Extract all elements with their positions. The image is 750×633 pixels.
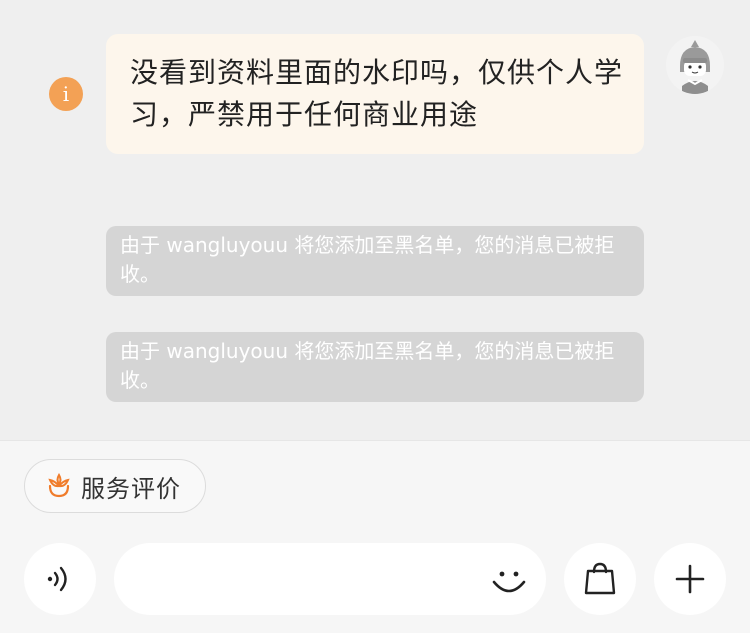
info-icon[interactable]: i xyxy=(49,77,83,111)
avatar-illustration xyxy=(666,36,724,94)
service-rating-label: 服务评价 xyxy=(81,474,181,503)
message-bubble: 没看到资料里面的水印吗，仅供个人学习，严禁用于任何商业用途 xyxy=(106,34,644,154)
shopping-bag-icon xyxy=(584,562,616,595)
system-message: 由于 wangluyouu 将您添加至黑名单，您的消息已被拒收。 xyxy=(106,226,644,296)
message-text: 没看到资料里面的水印吗，仅供个人学习，严禁用于任何商业用途 xyxy=(130,56,624,131)
shop-button[interactable] xyxy=(564,543,636,615)
emoji-button[interactable] xyxy=(486,557,532,603)
more-button[interactable] xyxy=(654,543,726,615)
chat-area: i 没看到资料里面的水印吗，仅供个人学习，严禁用于任何商业用途 由于 wangl… xyxy=(0,0,750,440)
system-message: 由于 wangluyouu 将您添加至黑名单，您的消息已被拒收。 xyxy=(106,332,644,402)
system-message-text: 由于 wangluyouu 将您添加至黑名单，您的消息已被拒收。 xyxy=(120,339,615,392)
avatar[interactable] xyxy=(666,36,724,94)
input-panel: 服务评价 xyxy=(0,440,750,633)
message-input[interactable] xyxy=(114,543,546,615)
emoji-icon xyxy=(492,571,526,593)
voice-button[interactable] xyxy=(24,543,96,615)
voice-icon xyxy=(47,566,67,592)
plus-icon xyxy=(675,564,705,594)
flower-icon xyxy=(48,473,70,498)
service-rating-button[interactable]: 服务评价 xyxy=(24,459,206,513)
system-message-text: 由于 wangluyouu 将您添加至黑名单，您的消息已被拒收。 xyxy=(120,233,615,286)
